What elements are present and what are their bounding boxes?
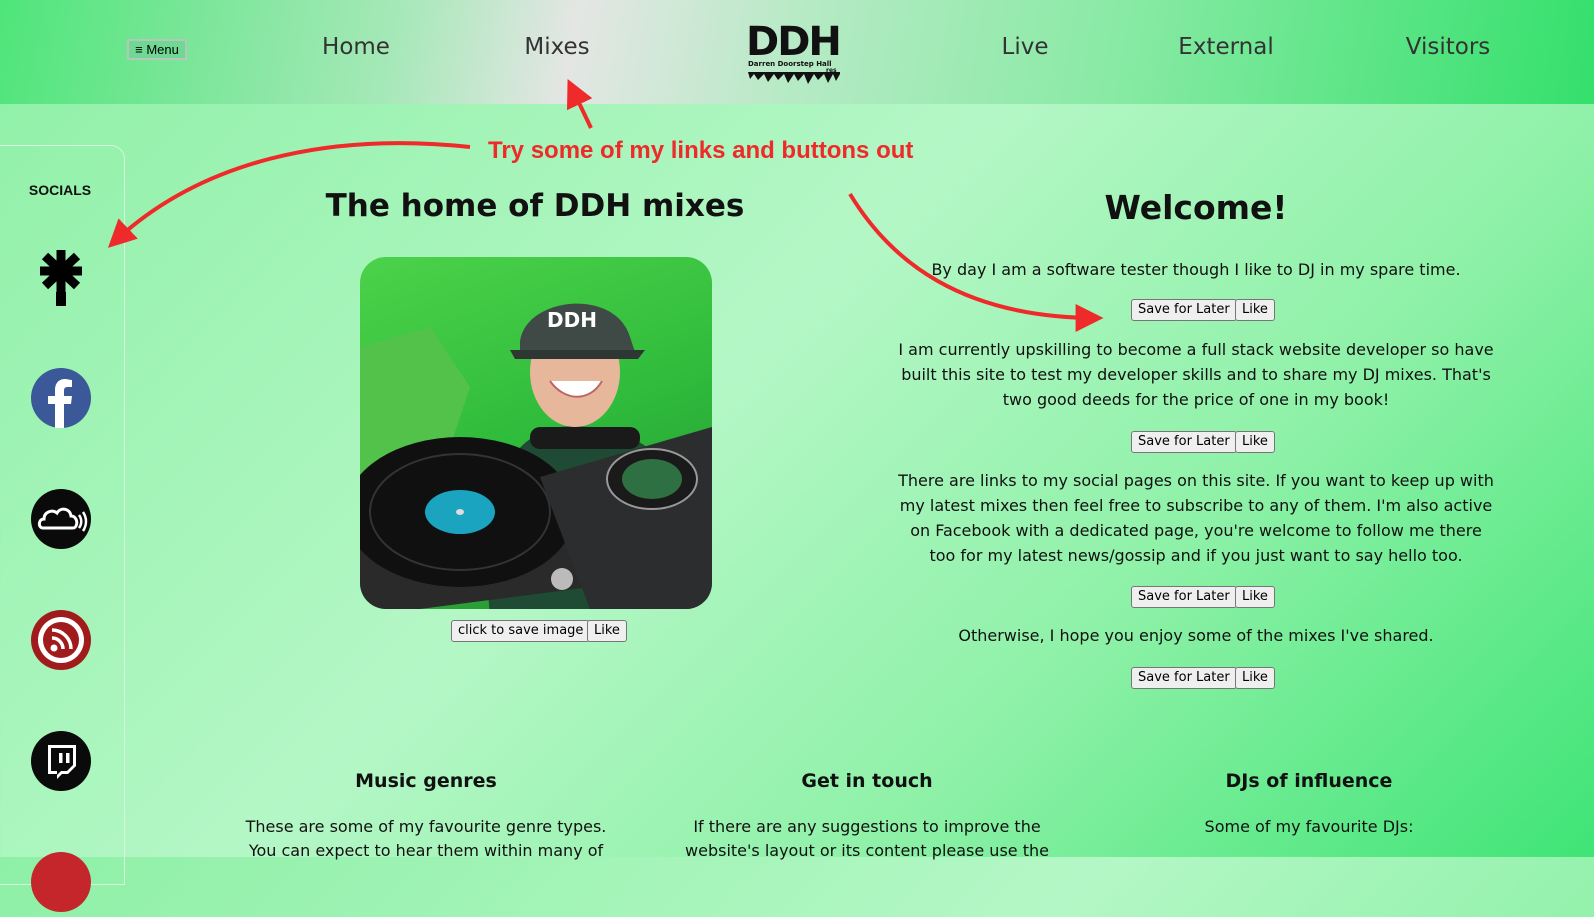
save-for-later-button[interactable]: Save for Later — [1131, 667, 1237, 689]
youtube-link[interactable] — [30, 851, 92, 913]
save-for-later-button[interactable]: Save for Later — [1131, 431, 1237, 453]
logo-letters: DDH — [746, 19, 842, 65]
get-in-touch-heading: Get in touch — [801, 770, 933, 792]
socials-title: SOCIALS — [28, 182, 92, 198]
get-in-touch-text: If there are any suggestions to improve … — [685, 817, 1049, 860]
facebook-link[interactable] — [30, 367, 92, 429]
mixcloud-icon — [31, 489, 91, 549]
top-navbar: ≡ Menu Home Mixes DDH Darren Doorstep Ha… — [0, 0, 1594, 104]
svg-text:DDH: DDH — [547, 308, 597, 332]
djs-of-influence-text: Some of my favourite DJs: — [1204, 817, 1414, 836]
mixcloud-link[interactable] — [30, 488, 92, 550]
welcome-paragraph: I am currently upskilling to become a fu… — [898, 340, 1494, 409]
music-genres-text: These are some of my favourite genre typ… — [245, 817, 607, 860]
dj-photo: DDH — [360, 257, 712, 609]
podcast-link[interactable] — [30, 609, 92, 671]
save-for-later-button[interactable]: Save for Later — [1131, 299, 1237, 321]
facebook-icon — [31, 368, 91, 428]
linktree-link[interactable] — [30, 246, 92, 308]
nav-home[interactable]: Home — [322, 34, 390, 60]
welcome-paragraph: Otherwise, I hope you enjoy some of the … — [958, 626, 1434, 645]
welcome-paragraph: By day I am a software tester though I l… — [931, 260, 1461, 279]
logo-name: Darren Doorstep Hall — [748, 60, 832, 68]
youtube-icon — [31, 852, 91, 912]
music-genres-heading: Music genres — [355, 770, 497, 792]
twitch-link[interactable] — [30, 730, 92, 792]
nav-visitors[interactable]: Visitors — [1406, 34, 1491, 60]
podcast-icon — [31, 610, 91, 670]
twitch-icon — [31, 731, 91, 791]
save-image-button[interactable]: click to save image — [451, 620, 591, 642]
like-button[interactable]: Like — [1235, 299, 1275, 321]
mixes-heading: The home of DDH mixes — [325, 188, 745, 224]
like-button[interactable]: Like — [1235, 586, 1275, 608]
logo-drip-icon — [748, 72, 840, 84]
nav-mixes[interactable]: Mixes — [524, 34, 589, 60]
linktree-icon — [40, 250, 82, 306]
like-button[interactable]: Like — [1235, 667, 1275, 689]
menu-button[interactable]: ≡ Menu — [127, 39, 187, 60]
annotation-text: Try some of my links and buttons out — [488, 137, 914, 164]
like-image-button[interactable]: Like — [587, 620, 627, 642]
nav-live[interactable]: Live — [1002, 34, 1049, 60]
djs-of-influence-heading: DJs of influence — [1225, 770, 1393, 792]
socials-sidebar: SOCIALS — [0, 145, 125, 912]
annotation-arrows — [107, 78, 1104, 332]
welcome-paragraph: There are links to my social pages on th… — [898, 471, 1494, 565]
nav-external[interactable]: External — [1178, 34, 1273, 60]
ddh-logo[interactable]: DDH Darren Doorstep Hall res — [746, 22, 846, 84]
welcome-heading: Welcome! — [1104, 188, 1288, 227]
save-for-later-button[interactable]: Save for Later — [1131, 586, 1237, 608]
like-button[interactable]: Like — [1235, 431, 1275, 453]
